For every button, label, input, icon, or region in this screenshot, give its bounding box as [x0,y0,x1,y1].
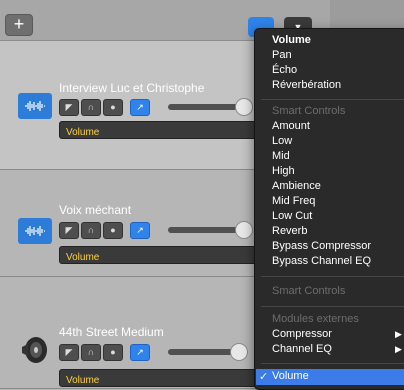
volume-slider-knob[interactable] [235,98,253,116]
menu-item-high[interactable]: High [272,165,295,177]
headphones-icon[interactable]: ∩ [81,344,101,361]
menu-separator [261,99,404,100]
automation-parameter-select[interactable]: Volume [59,121,261,139]
menu-item-low-cut[interactable]: Low Cut [272,210,312,222]
track-name: 44th Street Medium [59,325,164,339]
automation-button[interactable]: ↗ [130,222,150,239]
menu-item-reverb[interactable]: Réverbération [272,79,341,91]
menu-item-pan[interactable]: Pan [272,49,292,61]
menu-item-mid[interactable]: Mid [272,150,290,162]
menu-item-reverb-smart[interactable]: Reverb [272,225,307,237]
headphones-icon[interactable]: ∩ [81,99,101,116]
menu-item-low[interactable]: Low [272,135,292,147]
menu-separator [261,306,404,307]
headphones-icon[interactable]: ∩ [81,222,101,239]
volume-slider-knob[interactable] [230,343,248,361]
automation-button[interactable]: ↗ [130,344,150,361]
submenu-arrow-icon: ▶ [395,344,402,354]
record-enable-button[interactable]: ● [103,344,123,361]
menu-separator [261,276,404,277]
menu-item-mid-freq[interactable]: Mid Freq [272,195,315,207]
automation-parameter-select[interactable]: Volume [59,369,261,387]
menu-item-amount[interactable]: Amount [272,120,310,132]
speaker-icon [22,337,47,363]
track-name: Interview Luc et Christophe [59,81,205,95]
mute-button[interactable]: ◤ [59,99,79,116]
menu-section-header: Modules externes [272,313,359,325]
checkmark-icon: ✓ [259,371,269,383]
menu-item-compressor[interactable]: Compressor [272,328,332,340]
waveform-icon [18,218,52,244]
add-track-button[interactable]: + [5,14,33,36]
menu-section-header: Smart Controls [272,285,346,297]
automation-button[interactable]: ↗ [130,99,150,116]
menu-item-channel-eq[interactable]: Channel EQ [272,343,332,355]
mute-button[interactable]: ◤ [59,222,79,239]
track-name: Voix méchant [59,203,132,217]
mute-button[interactable]: ◤ [59,344,79,361]
menu-item-bypass-compressor[interactable]: Bypass Compressor [272,240,371,252]
parameter-menu: Volume Pan Écho Réverbération Smart Cont… [254,28,404,390]
automation-parameter-select[interactable]: Volume [59,246,261,264]
menu-separator [261,363,404,364]
record-enable-button[interactable]: ● [103,222,123,239]
waveform-icon [18,93,52,119]
submenu-arrow-icon: ▶ [395,329,402,339]
record-enable-button[interactable]: ● [103,99,123,116]
volume-slider-knob[interactable] [235,221,253,239]
menu-section-header: Smart Controls [272,105,346,117]
menu-item-bypass-channel-eq[interactable]: Bypass Channel EQ [272,255,371,267]
menu-item-volume[interactable]: Volume [272,34,311,46]
menu-item-selected-label: Volume [272,370,309,382]
menu-item-ambience[interactable]: Ambience [272,180,321,192]
menu-item-echo[interactable]: Écho [272,64,297,76]
